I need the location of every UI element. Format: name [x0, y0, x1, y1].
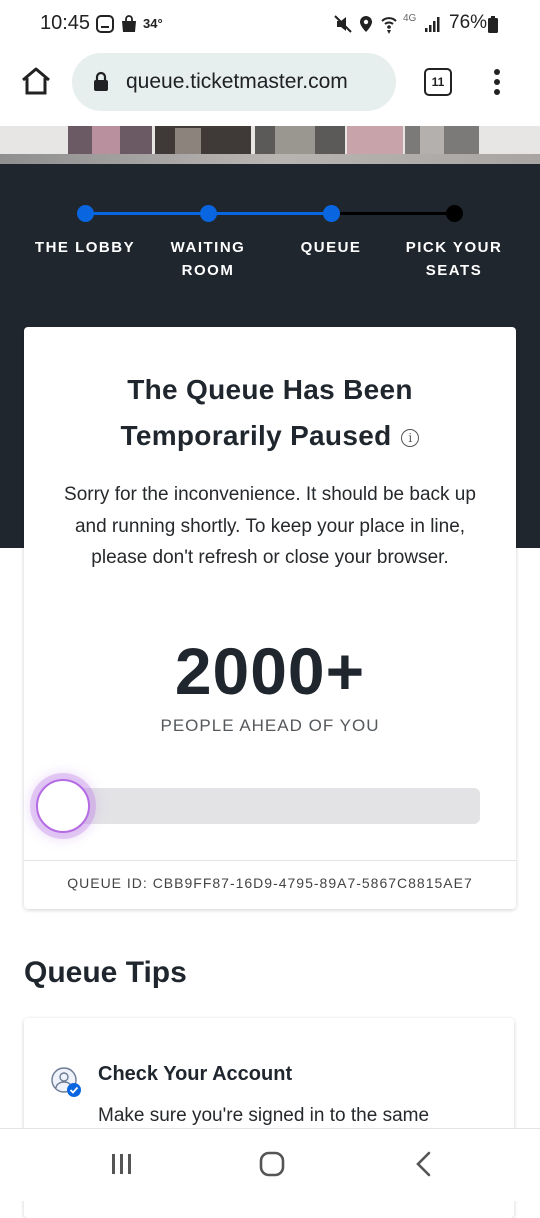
status-time: 10:45: [40, 12, 91, 34]
queue-status-card: The Queue Has Been Temporarily Paused i S…: [24, 327, 516, 909]
step-label-waiting-room: WAITING ROOM: [170, 239, 246, 279]
info-icon[interactable]: i: [401, 429, 420, 447]
signal-icon: [425, 17, 440, 32]
queue-tips-heading: Queue Tips: [24, 956, 187, 989]
home-icon[interactable]: [20, 66, 52, 96]
more-menu-icon[interactable]: [492, 68, 502, 98]
browser-toolbar: queue.ticketmaster.com 11: [0, 50, 540, 127]
queue-id: QUEUE ID: CBB9FF87-16D9-4795-89A7-5867C8…: [67, 875, 473, 891]
network-type: 4G: [403, 13, 417, 24]
progress-track-remaining: [331, 212, 454, 215]
wifi-calling-icon: [381, 17, 397, 34]
recent-apps-icon[interactable]: [110, 1153, 134, 1175]
battery-percent: 76%: [449, 12, 488, 33]
step-label-queue: QUEUE: [300, 239, 362, 256]
lock-icon[interactable]: [92, 71, 110, 93]
step-dot-waiting-room: [200, 205, 217, 222]
event-hero-image: [0, 126, 540, 164]
step-dot-lobby: [77, 205, 94, 222]
shopping-bag-icon: [122, 15, 136, 32]
system-nav-bar: [0, 1128, 540, 1201]
tab-switcher-button[interactable]: 11: [424, 68, 452, 96]
queue-paused-title: The Queue Has Been Temporarily Paused i: [54, 367, 486, 459]
queue-progress-bar: [64, 788, 480, 824]
queue-paused-message: Sorry for the inconvenience. It should b…: [64, 484, 476, 568]
location-icon: [360, 16, 372, 32]
tip-text: Make sure you're signed in to the same: [98, 1105, 430, 1126]
back-icon[interactable]: [414, 1151, 432, 1177]
status-temperature: 34°: [143, 16, 163, 31]
mute-icon: [334, 15, 352, 33]
account-check-icon: [51, 1067, 81, 1097]
people-ahead-count: 2000+: [174, 634, 366, 708]
status-bar: 10:45 34° 4G 76%: [0, 0, 540, 50]
battery-icon: [488, 16, 498, 33]
step-label-pick-seats: PICK YOUR SEATS: [405, 239, 503, 279]
url-text[interactable]: queue.ticketmaster.com: [126, 70, 388, 94]
card-divider: [24, 860, 516, 861]
step-dot-queue: [323, 205, 340, 222]
hero-photo-strip: [68, 126, 479, 154]
tip-heading: Check Your Account: [98, 1063, 293, 1085]
address-bar[interactable]: queue.ticketmaster.com: [72, 53, 396, 111]
step-dot-pick-seats: [446, 205, 463, 222]
queue-progress-indicator: [36, 779, 90, 833]
people-ahead-label: PEOPLE AHEAD OF YOU: [160, 716, 380, 735]
screen-icon: [96, 15, 114, 33]
step-label-lobby: THE LOBBY: [34, 239, 136, 256]
home-nav-icon[interactable]: [259, 1151, 285, 1177]
